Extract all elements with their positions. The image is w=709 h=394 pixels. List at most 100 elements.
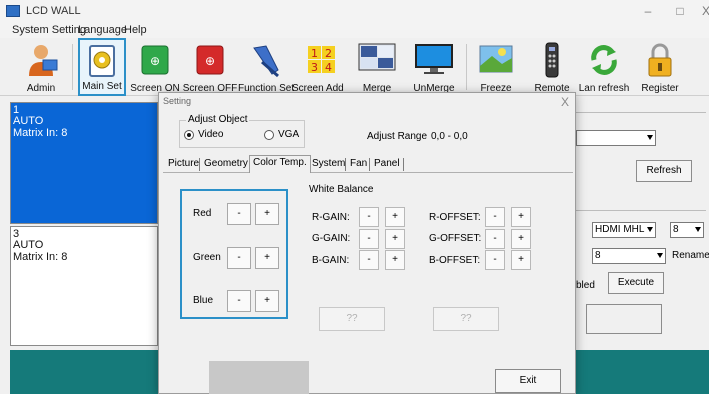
- video-radio[interactable]: [184, 130, 194, 140]
- input-number-select[interactable]: 8: [670, 222, 704, 238]
- green-minus-button[interactable]: -: [227, 247, 251, 269]
- adjust-range-label: Adjust Range: [367, 131, 428, 142]
- g-gain-plus-button[interactable]: +: [385, 229, 405, 249]
- blue-plus-button[interactable]: +: [255, 290, 279, 312]
- adjust-object-label: Adjust Object: [186, 114, 250, 125]
- window-title: LCD WALL: [26, 5, 81, 17]
- svg-text:⊕: ⊕: [205, 54, 215, 68]
- app-icon: [6, 5, 20, 17]
- divider: [576, 112, 706, 113]
- g-gain-minus-button[interactable]: -: [359, 229, 379, 249]
- tab-panel[interactable]: Panel: [371, 157, 403, 173]
- vga-radio[interactable]: [264, 130, 274, 140]
- minimize-button[interactable]: –: [638, 3, 658, 19]
- blue-label: Blue: [193, 295, 214, 306]
- freeze-button[interactable]: Freeze: [470, 38, 522, 96]
- g-offset-plus-button[interactable]: +: [511, 229, 531, 249]
- main-set-button[interactable]: Main Set: [78, 38, 126, 96]
- device-select[interactable]: [576, 130, 656, 146]
- merge-button[interactable]: Merge: [352, 38, 402, 96]
- rename-link[interactable]: Rename: [672, 250, 709, 261]
- panel-mode: AUTO: [13, 115, 44, 127]
- menu-system-setting[interactable]: System Setting: [12, 24, 86, 36]
- menu-help[interactable]: Help: [124, 24, 147, 36]
- maximize-button[interactable]: □: [670, 3, 690, 19]
- dialog-close-button[interactable]: X: [561, 95, 569, 109]
- freeze-image-icon: [479, 45, 513, 73]
- toolbar-separator: [466, 44, 467, 90]
- function-set-icon: [253, 45, 279, 78]
- green-plus-button[interactable]: +: [255, 247, 279, 269]
- b-offset-label: B-OFFSET:: [429, 255, 481, 266]
- menu-language[interactable]: Language: [78, 24, 127, 36]
- b-gain-label: B-GAIN:: [312, 255, 350, 266]
- monitor-icon: [415, 44, 453, 74]
- white-balance-label: White Balance: [309, 184, 374, 195]
- exit-button[interactable]: Exit: [495, 369, 561, 393]
- placeholder-button-2[interactable]: ??: [433, 307, 499, 331]
- screen-panel-1[interactable]: 1 AUTO Matrix In: 8: [10, 102, 158, 224]
- remote-button[interactable]: Remote: [526, 38, 578, 96]
- tab-separator: [199, 158, 200, 171]
- g-offset-minus-button[interactable]: -: [485, 229, 505, 249]
- refresh-button[interactable]: Refresh: [636, 160, 692, 182]
- r-gain-label: R-GAIN:: [312, 212, 350, 223]
- divider: [576, 210, 706, 211]
- b-offset-plus-button[interactable]: +: [511, 250, 531, 270]
- b-offset-minus-button[interactable]: -: [485, 250, 505, 270]
- r-offset-minus-button[interactable]: -: [485, 207, 505, 227]
- settings-side-area: Refresh HDMI MHL 8 8 Rename bled Execute: [560, 100, 709, 350]
- refresh-icon: [591, 45, 617, 75]
- screen-addr-button[interactable]: 1 2 3 4 Screen Addr: [292, 38, 344, 96]
- screen-on-button[interactable]: ⊕ Screen ON: [130, 38, 180, 96]
- tab-system[interactable]: System: [309, 157, 348, 173]
- screen-address-icon: 1 2 3 4: [308, 46, 335, 74]
- b-gain-plus-button[interactable]: +: [385, 250, 405, 270]
- placeholder-button-1[interactable]: ??: [319, 307, 385, 331]
- tab-fan[interactable]: Fan: [347, 157, 370, 173]
- title-bar: LCD WALL – □ X: [0, 0, 709, 22]
- svg-text:4: 4: [325, 61, 332, 74]
- red-label: Red: [193, 208, 212, 219]
- r-gain-minus-button[interactable]: -: [359, 207, 379, 227]
- enabled-label: bled: [576, 280, 595, 291]
- svg-text:2: 2: [325, 47, 332, 60]
- toolbar: Admin Main Set ⊕ Screen ON ⊕ Screen OFF …: [0, 38, 709, 96]
- tab-geometry[interactable]: Geometry: [201, 157, 251, 173]
- blue-minus-button[interactable]: -: [227, 290, 251, 312]
- secondary-select[interactable]: 8: [592, 248, 666, 264]
- empty-box: [586, 304, 662, 334]
- b-gain-minus-button[interactable]: -: [359, 250, 379, 270]
- r-offset-plus-button[interactable]: +: [511, 207, 531, 227]
- unmerge-button[interactable]: UnMerge: [406, 38, 462, 96]
- panel-mode: AUTO: [13, 239, 44, 251]
- red-minus-button[interactable]: -: [227, 203, 251, 225]
- svg-text:3: 3: [311, 61, 318, 74]
- red-plus-button[interactable]: +: [255, 203, 279, 225]
- lan-refresh-button[interactable]: Lan refresh: [578, 38, 630, 96]
- panel-matrix-input: Matrix In: 8: [13, 251, 68, 263]
- input-source-select[interactable]: HDMI MHL: [592, 222, 656, 238]
- toolbar-separator: [72, 44, 73, 90]
- panel-matrix-input: Matrix In: 8: [13, 127, 68, 139]
- close-button[interactable]: X: [696, 3, 709, 19]
- svg-text:1: 1: [311, 47, 318, 60]
- tab-color-temp[interactable]: Color Temp.: [249, 155, 311, 173]
- adjust-range-value: 0,0 - 0,0: [431, 131, 468, 142]
- screen-off-button[interactable]: ⊕ Screen OFF: [182, 38, 238, 96]
- tab-separator: [345, 158, 346, 171]
- settings-document-icon: [89, 45, 115, 77]
- admin-icon: [29, 45, 58, 76]
- tab-picture[interactable]: Picture: [165, 157, 202, 173]
- function-set-button[interactable]: Function Set: [238, 38, 294, 96]
- admin-button[interactable]: Admin: [14, 38, 68, 96]
- screen-panel-3[interactable]: 3 AUTO Matrix In: 8: [10, 226, 158, 346]
- screen-on-icon: ⊕: [141, 45, 169, 75]
- menu-bar: System Setting Language Help: [0, 22, 709, 38]
- green-label: Green: [193, 252, 221, 263]
- execute-button[interactable]: Execute: [608, 272, 664, 294]
- r-gain-plus-button[interactable]: +: [385, 207, 405, 227]
- setting-dialog: Setting X Adjust Object Video VGA Adjust…: [158, 92, 576, 394]
- register-button[interactable]: Register: [634, 38, 686, 96]
- r-offset-label: R-OFFSET:: [429, 212, 481, 223]
